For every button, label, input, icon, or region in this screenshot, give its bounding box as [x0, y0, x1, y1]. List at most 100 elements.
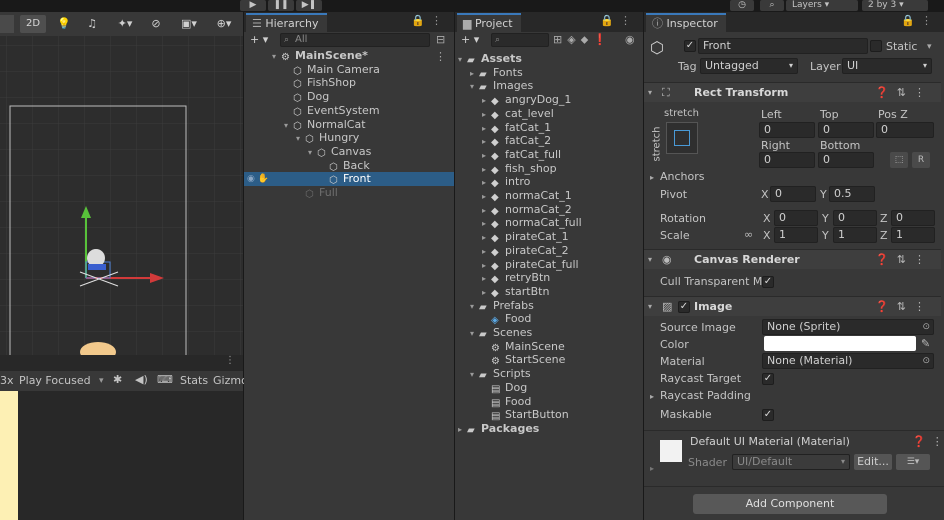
add-button[interactable]: + ▾: [461, 33, 479, 47]
image-enabled-checkbox[interactable]: ✓: [678, 301, 690, 313]
scale-y-input[interactable]: 1: [833, 227, 877, 243]
material-foldout-icon[interactable]: ▸: [650, 462, 654, 476]
tree-row[interactable]: ▾ ▰ Assets: [458, 52, 522, 66]
tree-row[interactable]: ⬡ Dog: [284, 90, 329, 104]
add-component-button[interactable]: Add Component: [693, 494, 887, 514]
foldout-arrow-icon[interactable]: ▾: [458, 53, 467, 67]
foldout-arrow-icon[interactable]: ▾: [470, 368, 479, 382]
layer-dropdown[interactable]: UI ▾: [842, 58, 932, 74]
tree-row[interactable]: ⬡ EventSystem: [284, 104, 380, 118]
anchors-label[interactable]: Anchors: [660, 170, 705, 184]
shader-dropdown[interactable]: UI/Default ▾: [732, 454, 850, 470]
effects-icon[interactable]: ✦▾: [110, 15, 140, 33]
tree-row[interactable]: ▸ ◆ fatCat_2: [482, 134, 551, 148]
gizmos-button[interactable]: Gizmo: [213, 374, 248, 388]
mute-icon[interactable]: ◀): [135, 373, 148, 387]
tree-row[interactable]: ▸ ◆ pirateCat_1: [482, 230, 569, 244]
object-picker-icon[interactable]: ⊙: [922, 320, 930, 334]
tree-row[interactable]: ▾ ▰ Images: [470, 79, 533, 93]
tree-row[interactable]: ▾ ⚙ MainScene*: [272, 49, 368, 63]
source-image-field[interactable]: None (Sprite) ⊙: [762, 319, 934, 335]
tree-row[interactable]: ▾ ▰ Scenes: [470, 326, 532, 340]
tree-row[interactable]: ▸ ◆ fish_shop: [482, 162, 557, 176]
posz-input[interactable]: 0: [876, 122, 934, 138]
tree-row[interactable]: ▾ ▰ Scripts: [470, 367, 531, 381]
eyedropper-icon[interactable]: ✎: [921, 337, 930, 351]
tree-row[interactable]: ▸ ▰ Fonts: [470, 66, 523, 80]
tree-row[interactable]: ◈ Food: [482, 312, 531, 326]
shader-options-icon[interactable]: ☰▾: [896, 454, 930, 470]
foldout-arrow-icon[interactable]: ▾: [470, 327, 479, 341]
lock-icon[interactable]: 🔒⋮: [411, 14, 448, 27]
canvas-renderer-header[interactable]: ▾ ◉ Canvas Renderer ❓⇅⋮: [644, 249, 941, 269]
cull-transparent-checkbox[interactable]: ✓: [762, 276, 774, 288]
tree-row[interactable]: ▸ ◆ retryBtn: [482, 271, 550, 285]
search-icon[interactable]: ⌕: [760, 0, 784, 11]
tab-inspector[interactable]: ⓘ Inspector: [646, 13, 726, 32]
rotation-y-input[interactable]: 0: [833, 210, 877, 226]
raycast-target-checkbox[interactable]: ✓: [762, 373, 774, 385]
visibility-icon[interactable]: ⊘: [144, 15, 168, 33]
foldout-arrow-icon[interactable]: ▾: [470, 300, 479, 314]
layout-dropdown[interactable]: 2 by 3 ▾: [862, 0, 928, 11]
tree-row[interactable]: ▾ ⬡ Hungry: [296, 131, 359, 145]
tree-row[interactable]: ▸ ◆ normaCat_1: [482, 189, 572, 203]
raycast-padding-foldout-icon[interactable]: ▸: [650, 390, 654, 404]
tree-row[interactable]: ▸ ◆ normaCat_full: [482, 216, 582, 230]
image-header[interactable]: ▾ ▨ ✓ Image ❓⇅⋮: [644, 296, 941, 316]
pivot-x-input[interactable]: 0: [770, 186, 816, 202]
scene-view[interactable]: 2D 💡 ♫ ✦▾ ⊘ ▣▾ ⊕▾: [0, 12, 243, 355]
foldout-arrow-icon[interactable]: ▾: [470, 80, 479, 94]
game-view[interactable]: ⋮ 3x Play Focused ▾ ✱ ◀) ⌨ Stats Gizmo: [0, 355, 248, 520]
lock-icon[interactable]: 🔒⋮: [600, 14, 637, 27]
project-filter-icons[interactable]: ⊞◈⬥❗: [553, 33, 612, 47]
tree-row[interactable]: ▸ ◆ cat_level: [482, 107, 554, 121]
rotation-x-input[interactable]: 0: [774, 210, 818, 226]
tab-project[interactable]: ▆ Project: [457, 13, 521, 32]
play-focused-dropdown[interactable]: Play Focused: [19, 374, 91, 388]
foldout-arrow-icon[interactable]: ▾: [272, 50, 281, 64]
blueprint-mode-icon[interactable]: ⬚: [890, 152, 908, 168]
history-icon[interactable]: ◷: [730, 0, 754, 11]
tree-row[interactable]: ▾ ▰ Prefabs: [470, 299, 534, 313]
filter-icon[interactable]: ⊟: [436, 33, 445, 47]
anchors-foldout-icon[interactable]: ▸: [650, 171, 654, 185]
tree-row[interactable]: ⬡ FishShop: [284, 76, 356, 90]
component-menu-icons[interactable]: ❓⇅⋮: [875, 297, 933, 316]
visibility-eye-icon[interactable]: ◉ ✋: [247, 172, 269, 186]
game-menu-icon[interactable]: ⋮: [0, 355, 243, 369]
tree-row[interactable]: ▸ ◆ intro: [482, 175, 530, 189]
object-name-input[interactable]: Front: [698, 38, 868, 54]
pause-button[interactable]: ❚❚: [268, 0, 294, 11]
edit-shader-button[interactable]: Edit...: [854, 454, 892, 470]
color-swatch[interactable]: [764, 336, 916, 351]
scale-x-input[interactable]: 1: [774, 227, 818, 243]
play-button[interactable]: ▶: [240, 0, 266, 11]
layers-dropdown[interactable]: Layers ▾: [786, 0, 858, 11]
step-button[interactable]: ▶❚: [296, 0, 322, 11]
tree-row[interactable]: ▸ ◆ pirateCat_2: [482, 244, 569, 258]
scale-z-input[interactable]: 1: [891, 227, 935, 243]
active-checkbox[interactable]: ✓: [684, 40, 696, 52]
tree-row[interactable]: ⬡ Full: [296, 186, 338, 200]
material-menu-icons[interactable]: ❓⋮: [912, 435, 944, 449]
static-dropdown-icon[interactable]: ▾: [927, 40, 932, 54]
hierarchy-search-input[interactable]: All: [280, 33, 430, 47]
tree-row[interactable]: ▸ ◆ normaCat_2: [482, 203, 572, 217]
static-checkbox[interactable]: [870, 40, 882, 52]
camera-icon[interactable]: ▣▾: [174, 15, 204, 33]
foldout-arrow-icon[interactable]: ▾: [284, 119, 293, 133]
keyboard-icon[interactable]: ⌨: [157, 373, 173, 387]
pivot-y-input[interactable]: 0.5: [829, 186, 875, 202]
component-menu-icons[interactable]: ❓⇅⋮: [875, 250, 933, 269]
tree-row[interactable]: ▾ ⬡ NormalCat: [284, 118, 366, 132]
foldout-arrow-icon[interactable]: ▾: [296, 132, 305, 146]
scene-dropdown[interactable]: [0, 15, 14, 33]
hidden-count-icon[interactable]: ◉: [625, 33, 635, 47]
raw-edit-icon[interactable]: R: [912, 152, 930, 168]
tree-row[interactable]: ▸ ◆ startBtn: [482, 285, 549, 299]
tree-row[interactable]: ⚙ StartScene: [482, 353, 565, 367]
right-input[interactable]: 0: [759, 152, 815, 168]
top-input[interactable]: 0: [818, 122, 874, 138]
tree-row[interactable]: ▸ ◆ fatCat_1: [482, 121, 551, 135]
